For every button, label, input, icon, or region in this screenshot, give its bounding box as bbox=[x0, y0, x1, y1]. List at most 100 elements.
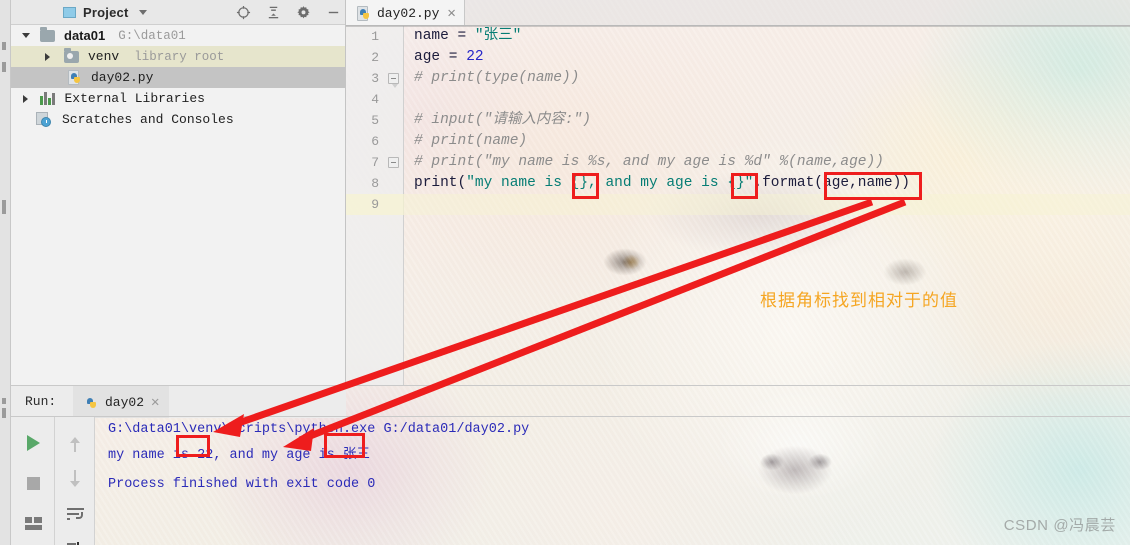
run-panel-label: Run: bbox=[25, 394, 57, 409]
close-icon[interactable]: ✕ bbox=[151, 394, 159, 411]
line-number: 6 bbox=[371, 134, 379, 149]
console-line: G:\data01\venv\Scripts\python.exe G:/dat… bbox=[108, 422, 530, 437]
run-tool-window: Run: day02 ✕ G:\data01\venv\Scripts\pyth… bbox=[11, 385, 1130, 545]
fold-marker-icon[interactable] bbox=[388, 157, 399, 168]
code-line: # input("请输入内容:") bbox=[404, 110, 1130, 131]
folder-icon bbox=[40, 26, 55, 42]
window-icon bbox=[63, 6, 76, 18]
line-number: 1 bbox=[371, 29, 379, 44]
arrow-down-icon bbox=[69, 469, 82, 487]
tree-row[interactable]: venv library root bbox=[11, 46, 345, 67]
project-panel-header: Project bbox=[11, 0, 345, 25]
chevron-down-icon[interactable] bbox=[19, 33, 32, 38]
code-line: # print(name) bbox=[404, 131, 1130, 152]
folder-icon bbox=[64, 47, 79, 63]
code-lines[interactable]: name = "张三" age = 22 # print(type(name))… bbox=[404, 26, 1130, 385]
output-value-22-box bbox=[176, 435, 210, 457]
line-number: 3 bbox=[371, 71, 379, 86]
chevron-right-icon[interactable] bbox=[41, 52, 54, 61]
editor-tab-day02[interactable]: day02.py ✕ bbox=[346, 0, 465, 26]
tree-row-suffix: library root bbox=[134, 49, 225, 64]
stop-button[interactable] bbox=[19, 469, 47, 497]
soft-wrap-icon bbox=[66, 508, 84, 522]
editor-tab-bar: day02.py ✕ bbox=[346, 0, 1130, 26]
fold-marker-icon[interactable] bbox=[388, 73, 399, 88]
line-number: 5 bbox=[371, 113, 379, 128]
line-number: 4 bbox=[371, 92, 379, 107]
left-tool-strip[interactable] bbox=[0, 0, 11, 545]
format-args-box bbox=[824, 172, 922, 200]
run-tab-label: day02 bbox=[105, 394, 145, 410]
line-number: 2 bbox=[371, 50, 379, 65]
project-tree: data01 G:\data01 venv library root day02… bbox=[11, 25, 345, 130]
arrow-up-icon bbox=[69, 435, 82, 452]
soft-wrap-button[interactable] bbox=[61, 501, 89, 529]
scroll-to-end-button[interactable] bbox=[61, 535, 89, 545]
code-token: "my name is {}, and my age is {}" bbox=[466, 175, 754, 191]
line-number-gutter: 1 2 3 4 5 6 7 8 9 bbox=[346, 26, 404, 385]
prev-occurrence-button[interactable] bbox=[61, 429, 89, 457]
gear-icon[interactable] bbox=[295, 5, 311, 21]
code-line: name = "张三" bbox=[404, 26, 1130, 47]
code-token: # print("my name is %s, and my age is %d… bbox=[414, 154, 884, 170]
console-output[interactable]: G:\data01\venv\Scripts\python.exe G:/dat… bbox=[96, 417, 1130, 545]
tree-row[interactable]: External Libraries bbox=[11, 88, 345, 109]
minimize-icon[interactable] bbox=[325, 5, 341, 21]
tree-row-label: Scratches and Consoles bbox=[62, 112, 234, 127]
python-file-icon bbox=[356, 5, 371, 21]
next-occurrence-button[interactable] bbox=[61, 464, 89, 492]
scroll-to-end-icon bbox=[66, 541, 84, 545]
rerun-button[interactable] bbox=[19, 429, 47, 457]
collapse-all-icon[interactable] bbox=[265, 5, 281, 21]
editor-tab-divider bbox=[346, 26, 1130, 27]
watermark: CSDN @冯晨芸 bbox=[1003, 517, 1116, 534]
layout-icon bbox=[24, 516, 42, 530]
code-line: print("my name is {}, and my age is {}".… bbox=[404, 173, 1130, 194]
run-controls-column bbox=[11, 417, 55, 545]
tree-row[interactable]: data01 G:\data01 bbox=[11, 25, 345, 46]
chevron-down-icon[interactable] bbox=[139, 9, 148, 15]
code-token: # print(type(name)) bbox=[414, 70, 580, 86]
tree-row-label: data01 bbox=[64, 28, 106, 43]
tree-row[interactable]: Scratches and Consoles bbox=[11, 109, 345, 130]
placeholder-2-box bbox=[731, 173, 758, 199]
ide-window: Project data01 G:\data01 venv library ro… bbox=[0, 0, 1130, 545]
tree-row-label: day02.py bbox=[91, 70, 154, 85]
layout-button[interactable] bbox=[19, 509, 47, 537]
scratches-icon bbox=[36, 112, 52, 127]
python-file-icon bbox=[83, 395, 98, 410]
project-panel-toolbar bbox=[235, 0, 341, 25]
code-token: age = bbox=[414, 49, 467, 65]
libraries-icon bbox=[40, 92, 55, 105]
console-line: Process finished with exit code 0 bbox=[108, 477, 376, 492]
code-token: # print(name) bbox=[414, 133, 528, 149]
tree-row-label: External Libraries bbox=[64, 91, 205, 106]
placeholder-1-box bbox=[572, 173, 599, 199]
code-token: print( bbox=[414, 175, 467, 191]
code-line: # print("my name is %s, and my age is %d… bbox=[404, 152, 1130, 173]
chevron-right-icon[interactable] bbox=[19, 94, 32, 103]
line-number: 7 bbox=[371, 155, 379, 170]
close-icon[interactable]: ✕ bbox=[447, 5, 455, 22]
python-file-icon bbox=[67, 69, 82, 86]
play-icon bbox=[26, 435, 40, 451]
code-token: # input("请输入内容:") bbox=[414, 112, 591, 128]
code-viewport[interactable]: 1 2 3 4 5 6 7 8 9 name = "张三" age = 22 #… bbox=[346, 26, 1130, 385]
editor-tab-label: day02.py bbox=[377, 5, 440, 21]
run-navigation-column bbox=[55, 417, 95, 545]
annotation-note: 根据角标找到相对于的值 bbox=[760, 291, 958, 310]
run-tab-day02[interactable]: day02 ✕ bbox=[73, 386, 170, 418]
code-line: # print(type(name)) bbox=[404, 68, 1130, 89]
tree-row[interactable]: day02.py bbox=[11, 67, 345, 88]
locate-icon[interactable] bbox=[235, 5, 251, 21]
code-token: "张三" bbox=[474, 28, 522, 44]
run-panel-header: Run: day02 ✕ bbox=[11, 385, 1130, 418]
project-panel-title-group[interactable]: Project bbox=[11, 5, 148, 20]
code-line: age = 22 bbox=[404, 47, 1130, 68]
output-value-name-box bbox=[324, 433, 365, 458]
code-token: 22 bbox=[466, 49, 484, 65]
code-token: name = bbox=[414, 28, 475, 44]
tree-row-label: venv bbox=[88, 49, 120, 64]
